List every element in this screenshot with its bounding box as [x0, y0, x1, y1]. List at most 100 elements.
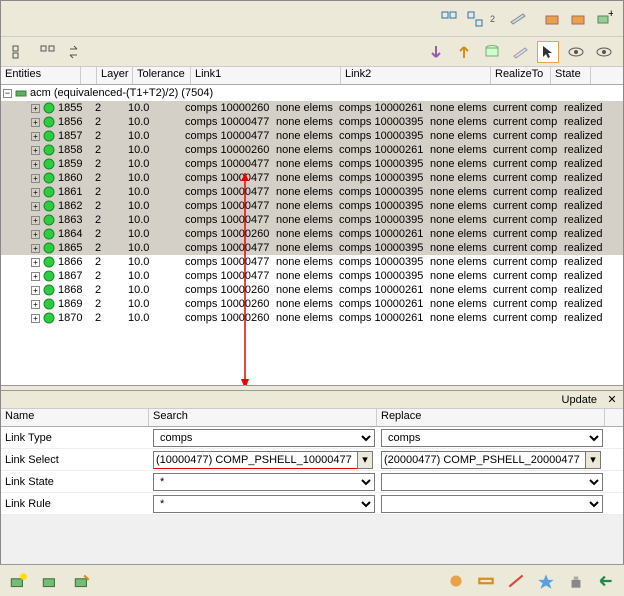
detach-icon[interactable]: [72, 571, 92, 591]
cell-link2-mode: none elems: [430, 158, 490, 170]
cell-link2: comps 10000395: [339, 116, 427, 128]
minus-expander-icon[interactable]: −: [3, 89, 12, 98]
plane-icon[interactable]: [507, 8, 529, 30]
tree-grid[interactable]: − acm (equivalenced-(T1+T2)/2) (7504) +1…: [1, 85, 623, 385]
form-col-name[interactable]: Name: [1, 409, 149, 426]
box-plus-icon[interactable]: +: [593, 8, 615, 30]
cylinder-icon[interactable]: [481, 41, 503, 63]
cell-link2: comps 10000261: [339, 284, 427, 296]
cell-link1: comps 10000477: [185, 186, 273, 198]
arrow-down-icon[interactable]: [425, 41, 447, 63]
status-dot-icon: [43, 158, 55, 170]
status-dot-icon: [43, 144, 55, 156]
form-col-replace[interactable]: Replace: [377, 409, 605, 426]
table-row[interactable]: +1856210.0comps 10000477none elemscomps …: [1, 115, 623, 129]
link-select-search-input[interactable]: [153, 451, 357, 469]
link-type-search-select[interactable]: comps: [153, 429, 375, 447]
tree-root-label: acm (equivalenced-(T1+T2)/2) (7504): [30, 87, 213, 99]
link-rule-search-select[interactable]: *: [153, 495, 375, 513]
table-row[interactable]: +1855210.0comps 10000260none elemscomps …: [1, 101, 623, 115]
table-row[interactable]: +1866210.0comps 10000477none elemscomps …: [1, 255, 623, 269]
link-state-replace-select[interactable]: [381, 473, 603, 491]
plus-expander-icon[interactable]: +: [31, 160, 40, 169]
table-row[interactable]: +1868210.0comps 10000260none elemscomps …: [1, 283, 623, 297]
tree-root-row[interactable]: − acm (equivalenced-(T1+T2)/2) (7504): [1, 85, 623, 101]
eye-icon[interactable]: [593, 41, 615, 63]
cell-layer: 2: [95, 200, 125, 212]
table-row[interactable]: +1865210.0comps 10000477none elemscomps …: [1, 241, 623, 255]
plus-expander-icon[interactable]: +: [31, 286, 40, 295]
form-rows: Link Type comps comps Link Select ▾ ▾ Li…: [1, 427, 623, 515]
star-icon[interactable]: [536, 571, 556, 591]
link-select-replace-input[interactable]: [381, 451, 585, 469]
col-realizeto[interactable]: RealizeTo: [491, 67, 551, 84]
beam-icon[interactable]: [476, 571, 496, 591]
table-row[interactable]: +1870210.0comps 10000260none elemscomps …: [1, 311, 623, 325]
table-row[interactable]: +1864210.0comps 10000260none elemscomps …: [1, 227, 623, 241]
pointer-icon[interactable]: [537, 41, 559, 63]
col-link2[interactable]: Link2: [341, 67, 491, 84]
link-state-search-select[interactable]: *: [153, 473, 375, 491]
table-row[interactable]: +1861210.0comps 10000477none elemscomps …: [1, 185, 623, 199]
attach-icon[interactable]: [40, 571, 60, 591]
cell-link1: comps 10000477: [185, 242, 273, 254]
plus-expander-icon[interactable]: +: [31, 146, 40, 155]
table-row[interactable]: +1857210.0comps 10000477none elemscomps …: [1, 129, 623, 143]
plus-expander-icon[interactable]: +: [31, 300, 40, 309]
cell-id: 1866: [58, 256, 92, 268]
chevron-down-icon[interactable]: ▾: [585, 451, 601, 469]
table-row[interactable]: +1858210.0comps 10000260none elemscomps …: [1, 143, 623, 157]
dot-icon[interactable]: [446, 571, 466, 591]
status-dot-icon: [43, 298, 55, 310]
col-tolerance[interactable]: Tolerance: [133, 67, 191, 84]
form-col-search[interactable]: Search: [149, 409, 377, 426]
col-blank1[interactable]: [81, 67, 97, 84]
chevron-down-icon[interactable]: ▾: [357, 451, 373, 469]
box1-icon[interactable]: [541, 8, 563, 30]
cell-link2: comps 10000261: [339, 228, 427, 240]
table-row[interactable]: +1859210.0comps 10000477none elemscomps …: [1, 157, 623, 171]
eye-plus-icon[interactable]: [565, 41, 587, 63]
box2-icon[interactable]: [567, 8, 589, 30]
arrow-left-icon[interactable]: [596, 571, 616, 591]
plus-expander-icon[interactable]: +: [31, 104, 40, 113]
grid-align-icon[interactable]: [438, 8, 460, 30]
plus-expander-icon[interactable]: +: [31, 174, 40, 183]
plus-expander-icon[interactable]: +: [31, 188, 40, 197]
arrow-up-icon[interactable]: [453, 41, 475, 63]
plus-expander-icon[interactable]: +: [31, 314, 40, 323]
table-row[interactable]: +1863210.0comps 10000477none elemscomps …: [1, 213, 623, 227]
table-row[interactable]: +1862210.0comps 10000477none elemscomps …: [1, 199, 623, 213]
sheet-icon[interactable]: [509, 41, 531, 63]
plus-expander-icon[interactable]: +: [31, 132, 40, 141]
col-entities[interactable]: Entities: [1, 67, 81, 84]
cell-link1-mode: none elems: [276, 256, 336, 268]
line-icon[interactable]: [506, 571, 526, 591]
link-type-replace-select[interactable]: comps: [381, 429, 603, 447]
expand-left-icon[interactable]: [37, 41, 59, 63]
plus-expander-icon[interactable]: +: [31, 230, 40, 239]
swap-icon[interactable]: [65, 41, 87, 63]
new-item-icon[interactable]: [8, 571, 28, 591]
table-row[interactable]: +1860210.0comps 10000477none elemscomps …: [1, 171, 623, 185]
bottom-toolbar: [0, 564, 624, 596]
table-row[interactable]: +1867210.0comps 10000477none elemscomps …: [1, 269, 623, 283]
col-layer[interactable]: Layer: [97, 67, 133, 84]
table-row[interactable]: +1869210.0comps 10000260none elemscomps …: [1, 297, 623, 311]
plus-expander-icon[interactable]: +: [31, 216, 40, 225]
cell-realizeto: current comp: [493, 298, 561, 310]
weight-icon[interactable]: [566, 571, 586, 591]
plus-expander-icon[interactable]: +: [31, 244, 40, 253]
label-link-state: Link State: [1, 476, 149, 488]
plus-expander-icon[interactable]: +: [31, 258, 40, 267]
col-link1[interactable]: Link1: [191, 67, 341, 84]
plus-expander-icon[interactable]: +: [31, 118, 40, 127]
close-icon[interactable]: ✕: [605, 393, 619, 407]
grid-align2-icon[interactable]: [464, 8, 486, 30]
col-state[interactable]: State: [551, 67, 591, 84]
collapse-left-icon[interactable]: [9, 41, 31, 63]
cell-layer: 2: [95, 270, 125, 282]
plus-expander-icon[interactable]: +: [31, 202, 40, 211]
plus-expander-icon[interactable]: +: [31, 272, 40, 281]
link-rule-replace-select[interactable]: [381, 495, 603, 513]
